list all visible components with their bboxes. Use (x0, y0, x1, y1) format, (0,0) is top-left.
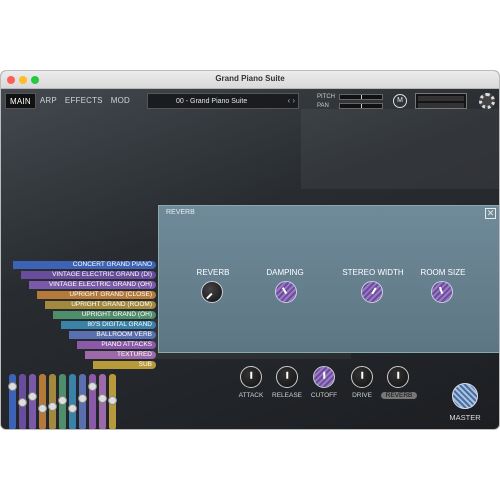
tab-main[interactable]: MAIN (5, 93, 36, 109)
reverb-knob[interactable] (201, 281, 223, 303)
room-size-knob[interactable] (431, 281, 453, 303)
fader-7[interactable] (68, 374, 77, 429)
fader-cap[interactable] (38, 404, 47, 413)
fader-3[interactable] (28, 374, 37, 429)
reverb-panel-title: REVERB (166, 209, 195, 216)
layer-sub[interactable]: SUB (93, 361, 156, 369)
fader-9[interactable] (88, 374, 97, 429)
cutoff-label: CUTOFF (310, 392, 338, 399)
fader-cap[interactable] (68, 404, 77, 413)
instrument-panel: MAIN ARP EFFECTS MOD 00 - Grand Piano Su… (1, 89, 499, 429)
layer-piano-attacks[interactable]: PIANO ATTACKS (77, 341, 156, 349)
master-label: MASTER (449, 413, 481, 422)
pan-slider[interactable] (339, 103, 383, 109)
preset-selector[interactable]: 00 - Grand Piano Suite ‹ › (147, 93, 299, 109)
fader-cap[interactable] (48, 402, 57, 411)
release-label: RELEASE (272, 392, 302, 399)
preset-name: 00 - Grand Piano Suite (176, 98, 248, 105)
damping-knob-label: DAMPING (266, 268, 304, 277)
tab-arp[interactable]: ARP (36, 93, 61, 109)
fader-2[interactable] (18, 374, 27, 429)
preset-arrows-icon[interactable]: ‹ › (287, 96, 295, 105)
layer-upright-close[interactable]: UPRIGHT GRAND (CLOSE) (37, 291, 156, 299)
fader-10[interactable] (98, 374, 107, 429)
drive-label: DRIVE (352, 392, 372, 399)
main-nav: MAIN ARP EFFECTS MOD (5, 93, 134, 109)
attack-label: ATTACK (238, 392, 264, 399)
fader-11[interactable] (108, 374, 117, 429)
layer-vintage-oh[interactable]: VINTAGE ELECTRIC GRAND (OH) (29, 281, 156, 289)
fader-cap[interactable] (98, 394, 107, 403)
stereo-width-knob-label: STEREO WIDTH (342, 268, 404, 277)
gear-icon[interactable] (479, 93, 495, 109)
fader-cap[interactable] (58, 396, 67, 405)
pitch-slider[interactable] (339, 94, 383, 100)
pan-label: PAN (317, 103, 329, 109)
fader-6[interactable] (58, 374, 67, 429)
damping-knob[interactable] (275, 281, 297, 303)
close-icon[interactable]: ✕ (485, 208, 496, 219)
room-size-knob-label: ROOM SIZE (420, 268, 466, 277)
pitch-pan-controls: PITCH PAN (317, 93, 383, 111)
fader-cap[interactable] (18, 398, 27, 407)
fader-cap[interactable] (108, 396, 117, 405)
m-button[interactable]: M (393, 94, 407, 108)
layer-vintage-di[interactable]: VINTAGE ELECTRIC GRAND (DI) (21, 271, 156, 279)
layer-textured[interactable]: TEXTURED (85, 351, 156, 359)
drive-knob[interactable] (351, 366, 373, 388)
stereo-width-knob[interactable] (361, 281, 383, 303)
pitch-label: PITCH (317, 94, 335, 100)
output-meter (415, 93, 467, 109)
fader-cap[interactable] (8, 382, 17, 391)
attack-knob[interactable] (240, 366, 262, 388)
release-knob[interactable] (276, 366, 298, 388)
reverb-panel: REVERB ✕ REVERB DAMPING STEREO WIDTH ROO… (158, 205, 499, 353)
app-window: Grand Piano Suite MAIN ARP EFFECTS MOD 0… (0, 70, 500, 430)
tab-mod[interactable]: MOD (107, 93, 134, 109)
fader-4[interactable] (38, 374, 47, 429)
meter-right (418, 103, 464, 108)
title-bar: Grand Piano Suite (1, 71, 499, 89)
layer-upright-oh[interactable]: UPRIGHT GRAND (OH) (53, 311, 156, 319)
fader-cap[interactable] (78, 394, 87, 403)
background-photo (301, 109, 499, 189)
fader-cap[interactable] (28, 392, 37, 401)
fader-8[interactable] (78, 374, 87, 429)
reverb-send-button[interactable]: REVERB (381, 392, 417, 399)
cutoff-knob[interactable] (313, 366, 335, 388)
layer-upright-room[interactable]: UPRIGHT GRAND (ROOM) (45, 301, 156, 309)
reverb-send-knob[interactable] (387, 366, 409, 388)
reverb-knob-label: REVERB (196, 268, 230, 277)
master-knob[interactable] (452, 383, 478, 409)
tab-effects[interactable]: EFFECTS (61, 93, 107, 109)
layer-concert-grand[interactable]: CONCERT GRAND PIANO (13, 261, 156, 269)
fader-1[interactable] (8, 374, 17, 429)
layer-ballroom-verb[interactable]: BALLROOM VERB (69, 331, 156, 339)
meter-left (418, 96, 464, 101)
fader-5[interactable] (48, 374, 57, 429)
layer-80s-digital[interactable]: 80'S DIGITAL GRAND (61, 321, 156, 329)
fader-cap[interactable] (88, 382, 97, 391)
window-title: Grand Piano Suite (215, 74, 285, 83)
